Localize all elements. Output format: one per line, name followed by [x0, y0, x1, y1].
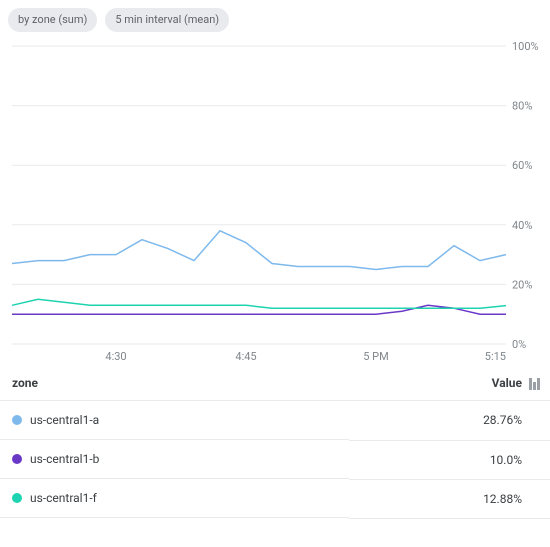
series-color-dot	[12, 454, 22, 464]
row-spacer	[528, 440, 550, 479]
row-spacer	[528, 479, 550, 518]
filter-chips: by zone (sum) 5 min interval (mean)	[0, 0, 550, 36]
zone-name: us-central1-b	[30, 452, 99, 466]
svg-text:100%: 100%	[512, 40, 539, 53]
row-spacer	[528, 401, 550, 441]
series-us-central1-f	[12, 299, 506, 308]
svg-text:80%: 80%	[512, 100, 532, 113]
table-row[interactable]: us-central1-b 10.0%	[0, 440, 550, 479]
svg-text:4:45: 4:45	[235, 350, 256, 363]
svg-text:4:30: 4:30	[105, 350, 126, 363]
series-us-central1-a	[12, 231, 506, 270]
zone-cell: us-central1-b	[0, 440, 349, 479]
svg-text:60%: 60%	[512, 159, 532, 172]
table-row[interactable]: us-central1-a 28.76%	[0, 401, 550, 441]
col-settings[interactable]	[528, 366, 550, 401]
table-header-row: zone Value	[0, 366, 550, 401]
col-zone[interactable]: zone	[0, 366, 349, 401]
zone-cell: us-central1-a	[0, 401, 349, 440]
svg-text:20%: 20%	[512, 278, 532, 291]
chip-interval[interactable]: 5 min interval (mean)	[105, 8, 229, 32]
zone-name: us-central1-a	[30, 413, 99, 427]
value-cell: 10.0%	[349, 440, 528, 479]
zone-cell: us-central1-f	[0, 479, 349, 518]
svg-text:40%: 40%	[512, 219, 532, 232]
value-cell: 28.76%	[349, 401, 528, 441]
line-chart: 0% 20% 40% 60% 80% 100% 4:30 4:45 5 PM 5:15	[0, 36, 550, 366]
columns-icon	[529, 378, 540, 390]
series-color-dot	[12, 493, 22, 503]
chart-svg: 0% 20% 40% 60% 80% 100% 4:30 4:45 5 PM 5:15	[0, 36, 550, 366]
series-color-dot	[12, 415, 22, 425]
svg-text:5:15: 5:15	[485, 350, 506, 363]
svg-text:5 PM: 5 PM	[363, 350, 388, 363]
value-cell: 12.88%	[349, 479, 528, 518]
chip-by-zone[interactable]: by zone (sum)	[8, 8, 97, 32]
legend-table: zone Value us-central1-a28.76%us-central…	[0, 366, 550, 519]
zone-name: us-central1-f	[30, 491, 97, 505]
svg-text:0%: 0%	[512, 338, 526, 351]
col-value[interactable]: Value	[349, 366, 528, 401]
table-row[interactable]: us-central1-f 12.88%	[0, 479, 550, 518]
